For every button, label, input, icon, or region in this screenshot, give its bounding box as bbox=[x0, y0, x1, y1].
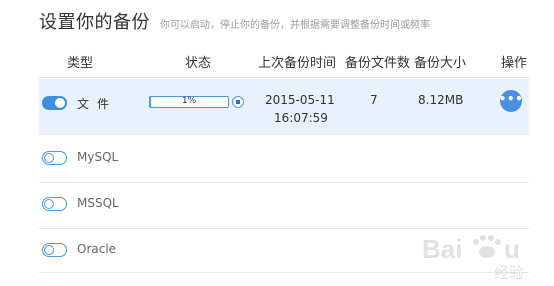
backup-type-label: MySQL bbox=[77, 150, 119, 164]
toggle-knob bbox=[44, 245, 54, 255]
page-header: 设置你的备份 你可以启动，停止你的备份，并根据需要调整备份时间或频率 bbox=[39, 8, 430, 34]
backup-type-label: MSSQL bbox=[77, 196, 119, 210]
column-header-ops: 操作 bbox=[501, 56, 528, 71]
toggle-knob bbox=[44, 199, 54, 209]
more-icon: ••• bbox=[498, 92, 524, 106]
column-header-size: 备份大小 bbox=[414, 56, 467, 71]
svg-text:Bai: Bai bbox=[422, 234, 462, 264]
column-header-last-backup: 上次备份时间 bbox=[258, 56, 337, 71]
backup-row-mysql: MySQL bbox=[39, 137, 529, 182]
file-count-value: 7 bbox=[370, 93, 378, 107]
column-header-type: 类型 bbox=[67, 56, 94, 71]
stop-backup-button[interactable] bbox=[232, 96, 244, 108]
toggle-knob bbox=[44, 153, 54, 163]
backup-type-label: Oracle bbox=[77, 242, 117, 256]
enable-toggle-mysql[interactable] bbox=[42, 151, 67, 165]
page-subtitle: 你可以启动，停止你的备份，并根据需要调整备份时间或频率 bbox=[160, 20, 430, 31]
backup-row-files: 文件 1% 2015-05-11 16:07:59 7 8.12MB ••• bbox=[39, 79, 529, 135]
enable-toggle-oracle[interactable] bbox=[42, 243, 67, 257]
baidu-jingyan-watermark: Bai u 经验 bbox=[422, 234, 524, 282]
toggle-knob bbox=[55, 98, 65, 108]
header-divider bbox=[39, 77, 529, 78]
enable-toggle-mssql[interactable] bbox=[42, 197, 67, 211]
backup-settings-page: 设置你的备份 你可以启动，停止你的备份，并根据需要调整备份时间或频率 类型 状态… bbox=[0, 0, 554, 286]
svg-text:经验: 经验 bbox=[494, 264, 524, 282]
backup-size-value: 8.12MB bbox=[418, 93, 464, 107]
more-actions-button[interactable]: ••• bbox=[498, 90, 524, 112]
backup-row-mssql: MSSQL bbox=[39, 183, 529, 228]
column-header-file-count: 备份文件数 bbox=[345, 56, 411, 71]
progress-text: 1% bbox=[181, 96, 197, 106]
page-title: 设置你的备份 bbox=[39, 12, 150, 33]
column-header-status: 状态 bbox=[185, 56, 212, 71]
backup-progress-bar: 1% bbox=[149, 96, 229, 108]
enable-toggle-files[interactable] bbox=[42, 96, 67, 110]
svg-text:u: u bbox=[504, 234, 520, 264]
last-backup-time: 16:07:59 bbox=[274, 111, 328, 125]
last-backup-date: 2015-05-11 bbox=[265, 93, 335, 107]
backup-type-label: 文件 bbox=[77, 97, 118, 111]
